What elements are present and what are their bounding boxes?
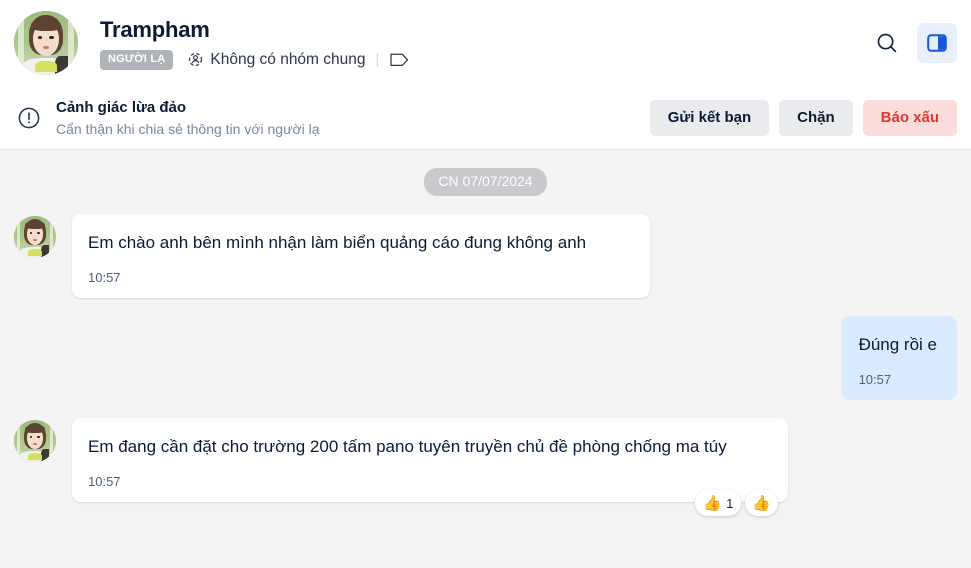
message-bubble[interactable]: Em chào anh bên mình nhận làm biển quảng… [72,214,650,298]
search-icon [875,31,899,55]
common-group-label: Không có nhóm chung [210,50,366,68]
avatar-photo [14,11,78,75]
avatar[interactable] [14,420,56,462]
warning-title: Cảnh giác lừa đảo [56,98,187,116]
reaction-thumbsup-count[interactable]: 👍 1 [695,490,742,516]
avatar[interactable] [14,216,56,258]
common-group-info[interactable]: Không có nhóm chung [187,50,366,69]
status-badge: NGƯỜI LẠ [100,49,174,70]
contact-info: Trampham NGƯỜI LẠ Không có nhóm chung | [100,17,867,70]
message-timestamp: 10:57 [88,270,121,285]
header-actions [867,23,957,63]
warning-subtitle: Cẩn thận khi chia sẻ thông tin với người… [56,120,320,137]
meta-divider: | [375,51,380,68]
conversation-header: Trampham NGƯỜI LẠ Không có nhóm chung | [0,0,971,86]
page-title: Trampham [100,16,210,42]
block-button[interactable]: Chặn [779,99,853,136]
reaction-count: 1 [726,495,734,511]
report-button[interactable]: Báo xấu [862,99,957,136]
chat-window: Trampham NGƯỜI LẠ Không có nhóm chung | [0,0,971,568]
add-reaction-button[interactable]: 👍 [745,490,778,516]
message-text: Em đang cần đặt cho trường 200 tấm pano … [88,437,727,456]
avatar-photo [14,420,56,462]
message-row: Đúng rồi e 10:57 [14,316,957,400]
message-reactions: 👍 1 👍 [695,490,778,516]
toggle-info-panel-button[interactable] [917,23,957,63]
message-text: Em chào anh bên mình nhận làm biển quảng… [88,233,587,252]
thumbs-up-icon: 👍 [752,494,771,512]
message-row: Em đang cần đặt cho trường 200 tấm pano … [14,418,957,516]
message-text: Đúng rồi e [858,335,937,354]
search-button[interactable] [867,23,907,63]
date-separator-row: CN 07/07/2024 [14,150,957,196]
date-separator: CN 07/07/2024 [424,168,547,196]
avatar-photo [14,216,56,258]
thumbs-up-icon: 👍 [703,494,723,512]
contact-avatar[interactable] [14,11,78,75]
contact-meta-row: NGƯỜI LẠ Không có nhóm chung | [100,49,867,70]
message-bubble[interactable]: Em đang cần đặt cho trường 200 tấm pano … [72,418,788,516]
scam-warning-banner: Cảnh giác lừa đảo Cẩn thận khi chia sẻ t… [0,86,971,150]
sidebar-panel-icon [925,31,949,55]
tag-icon[interactable] [389,51,411,69]
banner-actions: Gửi kết bạn Chặn Báo xấu [649,99,957,136]
message-row: Em chào anh bên mình nhận làm biển quảng… [14,214,957,298]
message-timestamp: 10:57 [858,372,892,387]
group-dotted-icon [187,51,204,68]
message-timestamp: 10:57 [88,474,121,489]
warning-text: Cảnh giác lừa đảo Cẩn thận khi chia sẻ t… [56,98,650,138]
message-list[interactable]: CN 07/07/2024 Em chào anh bên mình nhận … [0,150,971,568]
message-bubble[interactable]: Đúng rồi e 10:57 [840,316,957,400]
send-friend-request-button[interactable]: Gửi kết bạn [649,99,770,136]
warning-circle-icon [16,105,42,131]
